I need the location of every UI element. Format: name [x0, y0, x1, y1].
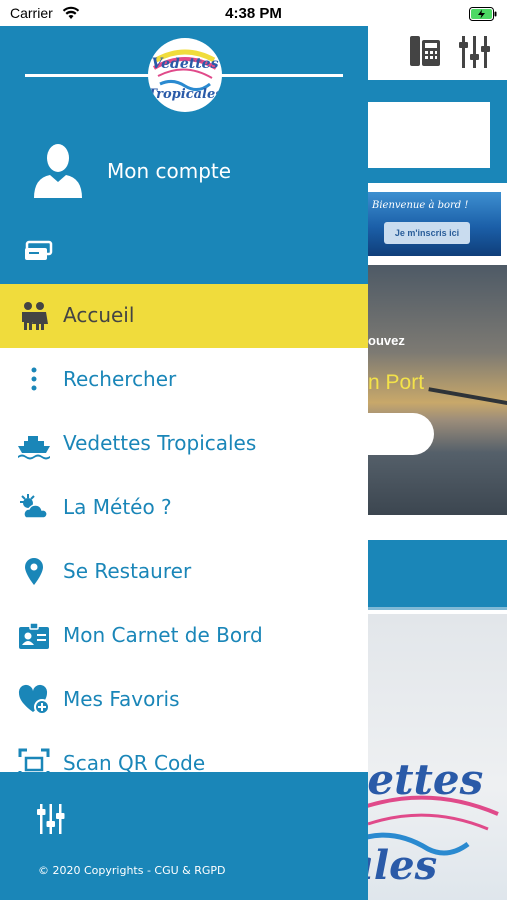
settings-sliders-icon[interactable] [36, 802, 66, 840]
background-hero-photo: ouvez n Port [368, 265, 507, 515]
user-avatar-icon[interactable] [32, 142, 84, 202]
id-badge-icon [18, 620, 50, 652]
menu-label-restaurer: Se Restaurer [63, 559, 192, 583]
menu-label-carnet: Mon Carnet de Bord [63, 623, 263, 647]
hero-input[interactable] [368, 413, 434, 455]
menu-item-restaurer[interactable]: Se Restaurer [0, 540, 368, 604]
heart-add-icon [18, 684, 50, 716]
more-vertical-icon [18, 364, 50, 396]
menu-item-rechercher[interactable]: Rechercher [0, 348, 368, 412]
background-search-input[interactable] [368, 102, 490, 168]
vedettes-tropicales-logo[interactable]: Vedettes Tropicales [148, 38, 222, 112]
logo-text-bottom: ales [368, 842, 437, 889]
hero-title: n Port [368, 371, 425, 394]
sliders-icon[interactable] [458, 34, 492, 74]
copyright-link[interactable]: © 2020 Copyrights - CGU & RGPD [38, 864, 226, 877]
menu-label-meteo: La Météo ? [63, 495, 172, 519]
vedettes-logo-large: dettes ales [368, 755, 499, 889]
ship-icon [18, 428, 50, 460]
welcome-banner[interactable]: Bienvenue à bord ! Je m'inscris ici [368, 192, 501, 256]
menu-item-meteo[interactable]: La Météo ? [0, 476, 368, 540]
menu-item-favoris[interactable]: Mes Favoris [0, 668, 368, 732]
menu-item-carnet[interactable]: Mon Carnet de Bord [0, 604, 368, 668]
hero-subtitle: ouvez [368, 333, 405, 348]
drawer-footer: © 2020 Copyrights - CGU & RGPD [0, 772, 368, 900]
menu-item-vedettes[interactable]: Vedettes Tropicales [0, 412, 368, 476]
menu-label-accueil: Accueil [63, 303, 135, 327]
my-account-link[interactable]: Mon compte [107, 159, 231, 183]
menu-label-favoris: Mes Favoris [63, 687, 180, 711]
signup-button[interactable]: Je m'inscris ici [384, 222, 470, 244]
svg-text:Vedettes: Vedettes [152, 56, 219, 72]
background-header [368, 26, 507, 80]
battery-charging-icon [469, 6, 497, 25]
menu-label-vedettes: Vedettes Tropicales [63, 431, 257, 455]
background-bottom-image: dettes ales [368, 614, 507, 900]
side-drawer: Vedettes Tropicales Mon compte Accueil R… [0, 26, 368, 900]
menu-item-accueil[interactable]: Accueil [0, 284, 368, 348]
pier-rail [428, 387, 507, 407]
location-pin-icon [18, 556, 50, 588]
weather-icon [18, 492, 50, 524]
drawer-header: Vedettes Tropicales Mon compte [0, 26, 368, 284]
banner-text: Bienvenue à bord ! [372, 200, 469, 211]
family-icon [18, 300, 50, 332]
ticket-card-icon[interactable] [24, 240, 54, 266]
clock-time: 4:38 PM [225, 5, 282, 22]
svg-text:Tropicales: Tropicales [148, 87, 222, 102]
background-section-bar [368, 540, 507, 610]
status-bar: Carrier 4:38 PM [0, 0, 507, 26]
menu-label-rechercher: Rechercher [63, 367, 177, 391]
phone-fax-icon[interactable] [408, 34, 442, 74]
